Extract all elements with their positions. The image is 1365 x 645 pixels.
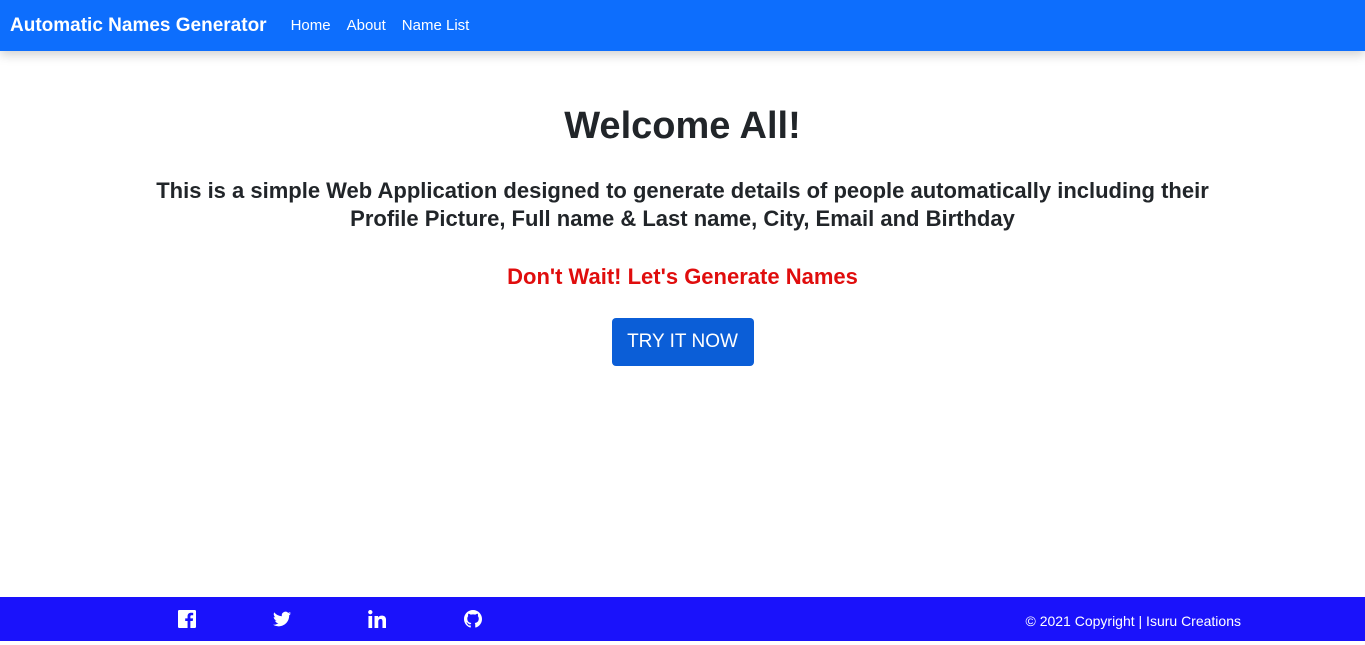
main-content: Welcome All! This is a simple Web Applic… xyxy=(0,51,1365,597)
github-icon[interactable] xyxy=(463,597,483,641)
cta-text: Don't Wait! Let's Generate Names xyxy=(507,264,858,289)
page-title: Welcome All! xyxy=(564,105,801,147)
app-description: This is a simple Web Application designe… xyxy=(156,178,1209,231)
brand-link[interactable]: Automatic Names Generator xyxy=(10,15,267,37)
try-it-now-button[interactable]: TRY IT NOW xyxy=(611,318,754,366)
nav-link-about[interactable]: About xyxy=(347,17,386,34)
navbar: Automatic Names Generator Home About Nam… xyxy=(0,0,1365,51)
nav-link-name-list[interactable]: Name List xyxy=(402,17,470,34)
footer: © 2021 Copyright | Isuru Creations xyxy=(0,597,1365,641)
nav-links: Home About Name List xyxy=(291,17,486,34)
nav-link-home[interactable]: Home xyxy=(291,17,331,34)
copyright-text: © 2021 Copyright | Isuru Creations xyxy=(1025,613,1241,629)
linkedin-icon[interactable] xyxy=(367,597,387,641)
twitter-icon[interactable] xyxy=(272,597,292,641)
facebook-icon[interactable] xyxy=(177,597,197,641)
